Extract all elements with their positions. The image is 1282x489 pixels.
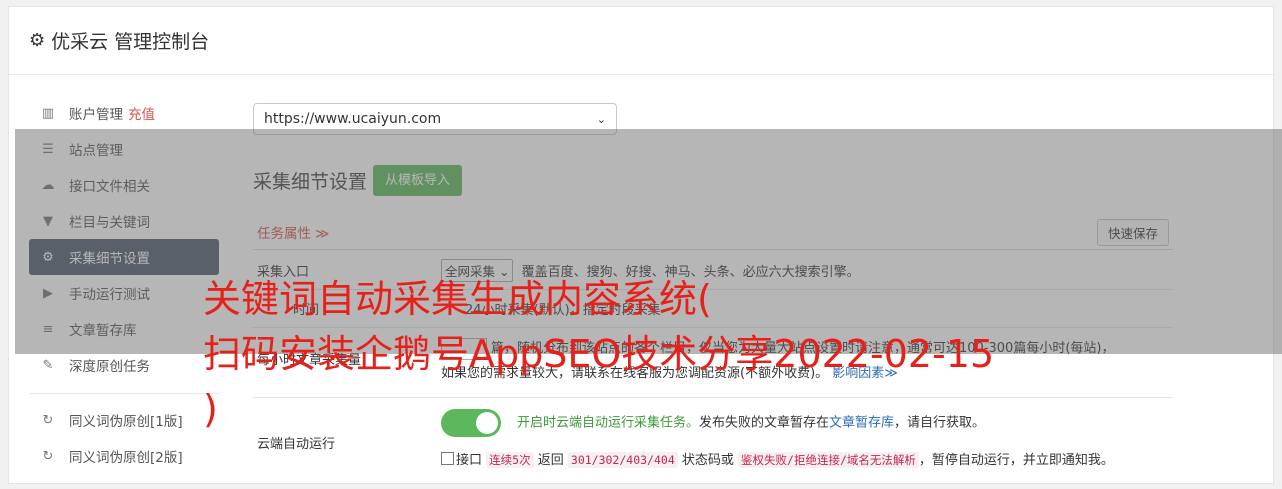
article-store-link[interactable]: 文章暂存库 (829, 416, 894, 431)
bar-chart-icon: ▥ (41, 105, 55, 121)
sidebar-item-sites[interactable]: ☰ 站点管理 (29, 131, 219, 167)
pause-condition: 接口 连续5次 返回 301/302/403/404 状态码或 鉴权失败/拒绝连… (441, 449, 1171, 468)
console-panel: ⚙ 优采云 管理控制台 ▥ 账户管理 充值 ☰ 站点管理 ☁ 接口文件相关 ▼ … (8, 6, 1274, 484)
task-attr-bar: 任务属性 ≫ 快速保存 (253, 215, 1173, 250)
influence-factors-link[interactable]: 影响因素≫ (832, 366, 898, 381)
entry-hint: 覆盖百度、搜狗、好搜、神马、头条、必应六大搜索引擎。 (521, 265, 860, 280)
gears-icon: ⚙ (42, 249, 54, 265)
sidebar-item-label: 栏目与关键词 (69, 215, 150, 231)
pause-text-2: 状态码或 (681, 453, 734, 468)
time-option-text[interactable]: 24小时采集(默认)，指定时段采集 (465, 303, 661, 318)
sidebar-item-synonym-v1[interactable]: ↻ 同义词伪原创[1版] (29, 402, 219, 438)
sidebar-item-label: 深度原创任务 (69, 359, 150, 375)
page-header: ⚙ 优采云 管理控制台 (9, 7, 1273, 75)
server-icon: ☰ (42, 141, 54, 157)
task-attr-toggle[interactable]: 任务属性 ≫ (257, 222, 329, 242)
pause-checkbox[interactable] (441, 452, 454, 465)
amount-text-2: 如果您的需求量较大，请联系在线客服为您调配资源(不额外收费)。 (441, 365, 829, 381)
sidebar-item-columns-keywords[interactable]: ▼ 栏目与关键词 (29, 203, 219, 239)
time-label: 时间 (293, 303, 320, 318)
filter-icon: ▼ (43, 213, 53, 229)
entry-select-value: 全网采集 (445, 264, 496, 279)
edit-icon: ✎ (42, 357, 54, 373)
sidebar-item-article-store[interactable]: ≡ 文章暂存库 (29, 311, 219, 347)
gear-icon: ⚙ (29, 30, 46, 51)
row-divider (253, 289, 1173, 290)
amount-text: 篇，随机分布到该站点的各个栏目，仅当您为大量大站点设置时请注意，通常可达100-… (491, 341, 1115, 356)
quick-save-button[interactable]: 快速保存 (1096, 218, 1169, 246)
cloud-upload-icon: ☁ (41, 177, 55, 193)
amount-row: 每小时文章采集量 篇，随机分布到该站点的各个栏目，仅当您为大量大站点设置时请注意… (253, 337, 1173, 387)
toggle-knob (476, 412, 498, 434)
row-divider (253, 327, 1173, 328)
page-title: 优采云 管理控制台 (51, 31, 210, 53)
sidebar-item-label: 文章暂存库 (69, 323, 137, 339)
tag-status-codes: 301/302/403/404 (567, 452, 678, 468)
chevron-down-icon: ⌄ (596, 112, 606, 126)
sidebar-item-label: 手动运行测试 (69, 287, 150, 303)
sidebar-item-synonym-v2[interactable]: ↻ 同义词伪原创[2版] (29, 438, 219, 474)
amount-input[interactable] (441, 337, 487, 360)
cloud-run-toggle[interactable] (441, 409, 501, 437)
row-divider (253, 397, 1173, 398)
sidebar: ▥ 账户管理 充值 ☰ 站点管理 ☁ 接口文件相关 ▼ 栏目与关键词 ⚙ 采集细… (29, 95, 219, 474)
time-row: 时间 24小时采集(默认)，指定时段采集 (253, 299, 1173, 329)
tag-consecutive: 连续5次 (486, 452, 534, 468)
entry-select[interactable]: 全网采集 ⌄ (441, 259, 514, 282)
section-header: 采集细节设置 从模板导入 (253, 165, 463, 196)
entry-label: 采集入口 (257, 265, 310, 280)
import-template-button[interactable]: 从模板导入 (373, 165, 463, 196)
cloud-label: 云端自动运行 (257, 437, 336, 452)
sidebar-item-label: 同义词伪原创[1版] (69, 414, 183, 430)
sidebar-divider (29, 393, 219, 394)
sidebar-item-label: 采集细节设置 (69, 251, 150, 267)
sidebar-item-manual-run[interactable]: ▶ 手动运行测试 (29, 275, 219, 311)
sidebar-item-label: 同义词伪原创[2版] (69, 450, 183, 466)
pause-chk-label: 接口 (456, 453, 483, 468)
sidebar-item-label: 接口文件相关 (69, 179, 150, 195)
cloud-desc-post: ，请自行获取。 (894, 415, 986, 431)
sidebar-item-collect-settings[interactable]: ⚙ 采集细节设置 (29, 239, 219, 275)
sidebar-item-label: 账户管理 (69, 107, 123, 123)
cloud-enabled-text: 开启时云端自动运行采集任务。 (517, 415, 700, 431)
pause-text-1: 返回 (537, 453, 564, 468)
sidebar-item-deep-original[interactable]: ✎ 深度原创任务 (29, 347, 219, 383)
sidebar-item-label: 站点管理 (69, 143, 123, 159)
pause-text-3: ，暂停自动运行，并立即通知我。 (918, 453, 1114, 468)
section-title: 采集细节设置 (253, 171, 368, 193)
site-select[interactable]: https://www.ucaiyun.com ⌄ (253, 103, 617, 135)
cloud-row: 云端自动运行 开启时云端自动运行采集任务。发布失败的文章暂存在文章暂存库，请自行… (253, 409, 1173, 489)
main-content: https://www.ucaiyun.com ⌄ 采集细节设置 从模板导入 任… (253, 103, 1173, 468)
sidebar-item-account[interactable]: ▥ 账户管理 充值 (29, 95, 219, 131)
cloud-desc-pre: 发布失败的文章暂存在 (699, 415, 830, 431)
recharge-link[interactable]: 充值 (128, 103, 155, 123)
database-icon: ≡ (42, 321, 54, 337)
site-select-value: https://www.ucaiyun.com (264, 111, 442, 127)
play-circle-icon: ▶ (43, 285, 53, 301)
tag-auth-failure: 鉴权失败/拒绝连接/域名无法解析 (738, 452, 919, 468)
refresh-icon: ↻ (42, 412, 54, 428)
amount-label: 每小时文章采集量 (257, 353, 362, 368)
refresh-icon: ↻ (42, 448, 54, 464)
sidebar-item-interface-files[interactable]: ☁ 接口文件相关 (29, 167, 219, 203)
